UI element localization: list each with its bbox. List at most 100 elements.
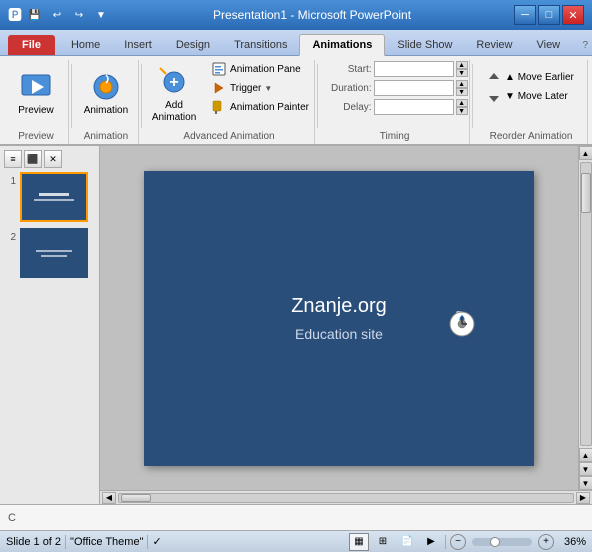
slide-thumb-1[interactable]: 1 [4, 172, 95, 222]
qat-more[interactable]: ▼ [92, 6, 110, 24]
spellcheck-icon[interactable]: ✓ [152, 535, 161, 548]
status-div1 [65, 535, 66, 549]
timing-group-label: Timing [320, 131, 469, 142]
view-slideshow[interactable]: ▶ [421, 533, 441, 551]
add-animation-label: AddAnimation [152, 100, 196, 124]
slide-image-1[interactable] [20, 172, 88, 222]
slide-title: Znanje.org [291, 295, 387, 318]
ribbon-group-preview: Preview Preview [4, 60, 69, 144]
reorder-items: ▲ Move Earlier ▼ Move Later [481, 60, 581, 142]
animation-button[interactable]: Animation [80, 64, 132, 124]
v-scroll-next-slide[interactable]: ▼ [579, 462, 592, 476]
start-down[interactable]: ▼ [456, 69, 468, 77]
h-scroll-thumb[interactable] [121, 494, 151, 502]
ribbon-group-timing: Start: ▲ ▼ Duration: ▲ ▼ Delay [320, 60, 470, 144]
trigger-icon [211, 80, 227, 96]
move-later-button[interactable]: ▼ Move Later [481, 88, 581, 106]
timing-col: Start: ▲ ▼ Duration: ▲ ▼ Delay [322, 60, 468, 130]
help-icon[interactable]: ? [582, 40, 588, 51]
animation-pane-button[interactable]: Animation Pane [206, 60, 314, 78]
start-up[interactable]: ▲ [456, 61, 468, 69]
delay-input[interactable] [374, 99, 454, 115]
delay-label: Delay: [322, 102, 372, 113]
status-left: Slide 1 of 2 "Office Theme" ✓ [6, 535, 162, 549]
duration-label: Duration: [322, 83, 372, 94]
v-scroll-up[interactable]: ▲ [579, 146, 592, 160]
qat-undo[interactable]: ↩ [48, 6, 66, 24]
close-button[interactable]: ✕ [562, 5, 584, 25]
delay-up[interactable]: ▲ [456, 99, 468, 107]
move-later-icon [486, 89, 502, 105]
v-scrollbar: ▲ ▲ ▼ ▼ [578, 146, 592, 490]
duration-row: Duration: ▲ ▼ [322, 79, 468, 97]
window-title: Presentation1 - Microsoft PowerPoint [213, 8, 411, 22]
animation-items: Animation [80, 60, 132, 142]
v-scroll-thumb[interactable] [581, 173, 591, 213]
qat-save[interactable]: 💾 [26, 6, 44, 24]
move-later-label: ▼ Move Later [505, 91, 568, 102]
trigger-button[interactable]: Trigger ▼ [206, 79, 314, 97]
animation-painter-icon [211, 99, 227, 115]
content-area: Znanje.org Education site ↖ ▲ ▲ ▼ ▼ [100, 146, 592, 504]
slide-num-1: 1 [4, 176, 16, 187]
view-normal[interactable]: ▦ [349, 533, 369, 551]
v-scroll-down[interactable]: ▼ [579, 476, 592, 490]
tab-view[interactable]: View [524, 35, 572, 55]
slide-num-2: 2 [4, 232, 16, 243]
add-animation-button[interactable]: + AddAnimation [144, 65, 204, 125]
view-reading[interactable]: 📄 [397, 533, 417, 551]
preview-group-label: Preview [4, 131, 68, 142]
zoom-level[interactable]: 36% [558, 536, 586, 548]
notes-text: C [8, 512, 16, 524]
delay-down[interactable]: ▼ [456, 107, 468, 115]
zoom-in[interactable]: + [538, 534, 554, 550]
panel-btn-1[interactable]: ≡ [4, 150, 22, 168]
zoom-slider[interactable] [472, 538, 532, 546]
tab-file[interactable]: File [8, 35, 55, 55]
v-scroll-track [580, 162, 592, 446]
h-scrollbar: ◀ ▶ [100, 490, 592, 504]
duration-up[interactable]: ▲ [456, 80, 468, 88]
start-input[interactable] [374, 61, 454, 77]
h-scroll-left[interactable]: ◀ [102, 492, 116, 504]
tab-transitions[interactable]: Transitions [222, 35, 299, 55]
trigger-arrow: ▼ [264, 84, 272, 93]
h-scroll-right[interactable]: ▶ [576, 492, 590, 504]
qat-redo[interactable]: ↪ [70, 6, 88, 24]
animation-painter-label: Animation Painter [230, 102, 309, 113]
minimize-button[interactable]: ─ [514, 5, 536, 25]
tab-review[interactable]: Review [464, 35, 524, 55]
preview-label: Preview [18, 105, 54, 117]
panel-toolbar: ≡ ⬛ ✕ [4, 150, 95, 168]
slide-mini-line-2 [34, 199, 75, 201]
slide-image-2[interactable] [20, 228, 88, 278]
move-earlier-icon [486, 70, 502, 86]
slide-mini-line-1 [39, 193, 70, 196]
slide-thumb-2[interactable]: 2 [4, 228, 95, 278]
panel-btn-2[interactable]: ⬛ [24, 150, 42, 168]
duration-spinner: ▲ ▼ [456, 80, 468, 96]
tab-animations[interactable]: Animations [299, 34, 385, 56]
tab-design[interactable]: Design [164, 35, 222, 55]
ribbon-group-animation: Animation Animation [74, 60, 139, 144]
zoom-out[interactable]: − [450, 534, 466, 550]
panel-close[interactable]: ✕ [44, 150, 62, 168]
tab-home[interactable]: Home [59, 35, 112, 55]
tab-insert[interactable]: Insert [112, 35, 164, 55]
view-slide-sorter[interactable]: ⊞ [373, 533, 393, 551]
advanced-col: Animation Pane Trigger ▼ [206, 60, 314, 130]
animation-painter-button[interactable]: Animation Painter [206, 98, 314, 116]
ribbon-tabs: File Home Insert Design Transitions Anim… [0, 30, 592, 56]
preview-button[interactable]: Preview [10, 64, 62, 124]
move-earlier-button[interactable]: ▲ Move Earlier [481, 69, 581, 87]
animation-pane-label: Animation Pane [230, 64, 301, 75]
slide-workspace: Znanje.org Education site ↖ [100, 146, 578, 490]
maximize-button[interactable]: □ [538, 5, 560, 25]
duration-down[interactable]: ▼ [456, 88, 468, 96]
status-div3 [445, 535, 446, 549]
sep2 [141, 64, 142, 128]
reorder-group-label: Reorder Animation [475, 131, 587, 142]
duration-input[interactable] [374, 80, 454, 96]
tab-slideshow[interactable]: Slide Show [385, 35, 464, 55]
v-scroll-prev-slide[interactable]: ▲ [579, 448, 592, 462]
